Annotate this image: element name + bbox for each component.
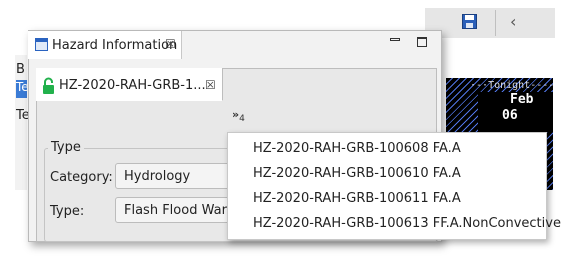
category-label: Category: <box>50 170 113 185</box>
close-icon[interactable]: ☒ <box>165 37 176 51</box>
timeline-header: ·-·Tonight---- <box>470 80 555 91</box>
window-icon <box>35 38 48 51</box>
timeline-day: 06 <box>502 108 518 123</box>
toolbar-separator <box>495 10 496 36</box>
save-icon[interactable] <box>462 14 477 29</box>
view-tab-label: Hazard Information <box>52 38 178 53</box>
left-panel-text: B <box>16 62 25 77</box>
dropdown-item[interactable]: HZ-2020-RAH-GRB-100611 FA.A <box>253 191 461 206</box>
hazard-event-tab-label: HZ-2020-RAH-GRB-1... <box>59 78 206 93</box>
back-arrow-icon[interactable]: ‹ <box>510 12 516 31</box>
timeline-month: Feb <box>510 92 534 107</box>
dropdown-item[interactable]: HZ-2020-RAH-GRB-100610 FA.A <box>253 166 461 181</box>
tab-overflow-count: 4 <box>239 114 245 125</box>
close-icon[interactable]: ☒ <box>205 78 216 92</box>
maximize-button[interactable] <box>417 37 427 47</box>
main-toolbar <box>425 8 555 38</box>
dropdown-item[interactable]: HZ-2020-RAH-GRB-100608 FA.A <box>253 141 461 156</box>
left-panel-selected-row[interactable]: Te <box>16 80 29 98</box>
type-group-title: Type <box>48 140 84 155</box>
type-label: Type: <box>50 204 85 219</box>
minimize-button[interactable] <box>390 38 400 41</box>
tab-overflow-button[interactable]: »4 <box>232 108 245 124</box>
unlocked-lock-icon <box>43 77 54 94</box>
dropdown-item[interactable]: HZ-2020-RAH-GRB-100613 FF.A.NonConvectiv… <box>253 216 561 231</box>
